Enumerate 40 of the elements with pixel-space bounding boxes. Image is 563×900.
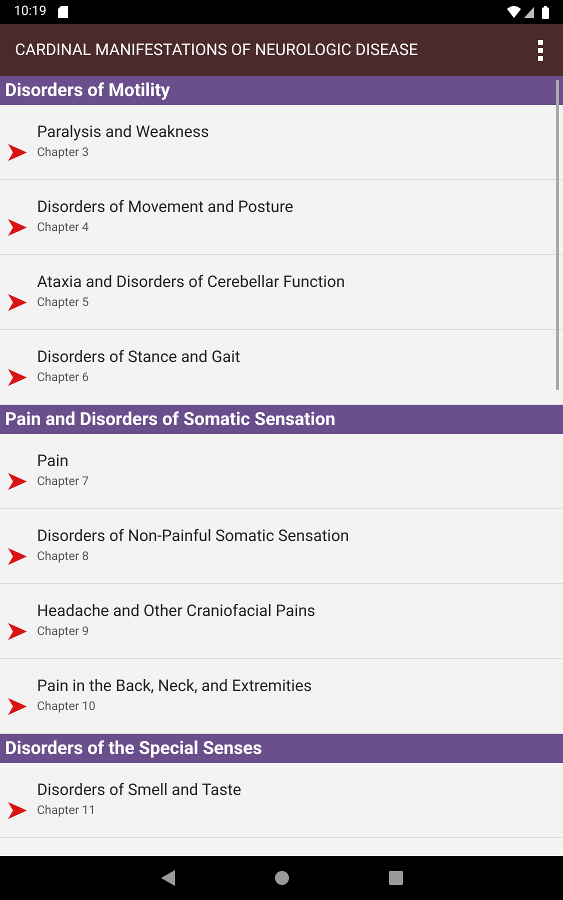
chapter-title: Disorders of Non-Painful Somatic Sensation xyxy=(37,526,350,546)
chevron-right-icon xyxy=(8,144,27,160)
chapter-title: Disorders of Smell and Taste xyxy=(37,780,242,800)
chapter-title: Pain xyxy=(37,451,70,471)
section-header: Disorders of the Special Senses xyxy=(0,734,563,763)
chevron-right-icon xyxy=(8,622,27,640)
chevron-right-icon xyxy=(8,698,27,714)
status-time: 10:19 xyxy=(14,3,46,22)
chevron-right-icon xyxy=(8,472,27,490)
chapter-title: Pain in the Back, Neck, and Extremities xyxy=(37,676,312,696)
chapter-title: Disorders of Stance and Gait xyxy=(37,347,240,367)
chevron-right-icon xyxy=(8,294,27,310)
chapter-number: Chapter 8 xyxy=(37,548,90,565)
app-title: CARDINAL MANIFESTATIONS OF NEUROLOGIC DISEASE xyxy=(15,39,419,61)
back-icon[interactable] xyxy=(160,870,174,886)
chevron-right-icon xyxy=(8,548,27,564)
chapter-number: Chapter 5 xyxy=(37,294,90,311)
chapter-number: Chapter 11 xyxy=(37,802,97,819)
section-header: Pain and Disorders of Somatic Sensation xyxy=(0,405,563,434)
chevron-right-icon xyxy=(8,802,27,818)
signal-icon xyxy=(524,6,534,18)
battery-icon xyxy=(542,6,549,18)
recents-icon[interactable] xyxy=(388,871,402,885)
chapter-number: Chapter 3 xyxy=(37,144,90,161)
wifi-icon xyxy=(507,6,521,18)
chapter-number: Chapter 6 xyxy=(37,369,90,386)
chapter-title: Paralysis and Weakness xyxy=(37,122,209,142)
chevron-right-icon xyxy=(8,368,27,386)
home-icon[interactable] xyxy=(274,871,288,885)
chapter-title: Headache and Other Craniofacial Pains xyxy=(37,601,316,621)
more-menu-icon[interactable] xyxy=(538,40,543,60)
chapter-number: Chapter 7 xyxy=(37,473,89,490)
chapter-number: Chapter 10 xyxy=(37,698,97,715)
sd-card-icon xyxy=(58,6,68,18)
chevron-right-icon xyxy=(8,218,27,236)
section-header: Disorders of Motility xyxy=(0,76,563,105)
chapter-title: Ataxia and Disorders of Cerebellar Function xyxy=(37,272,345,292)
chapter-number: Chapter 4 xyxy=(37,219,90,236)
chapter-number: Chapter 9 xyxy=(37,623,90,640)
chapter-title: Disorders of Movement and Posture xyxy=(37,197,294,217)
